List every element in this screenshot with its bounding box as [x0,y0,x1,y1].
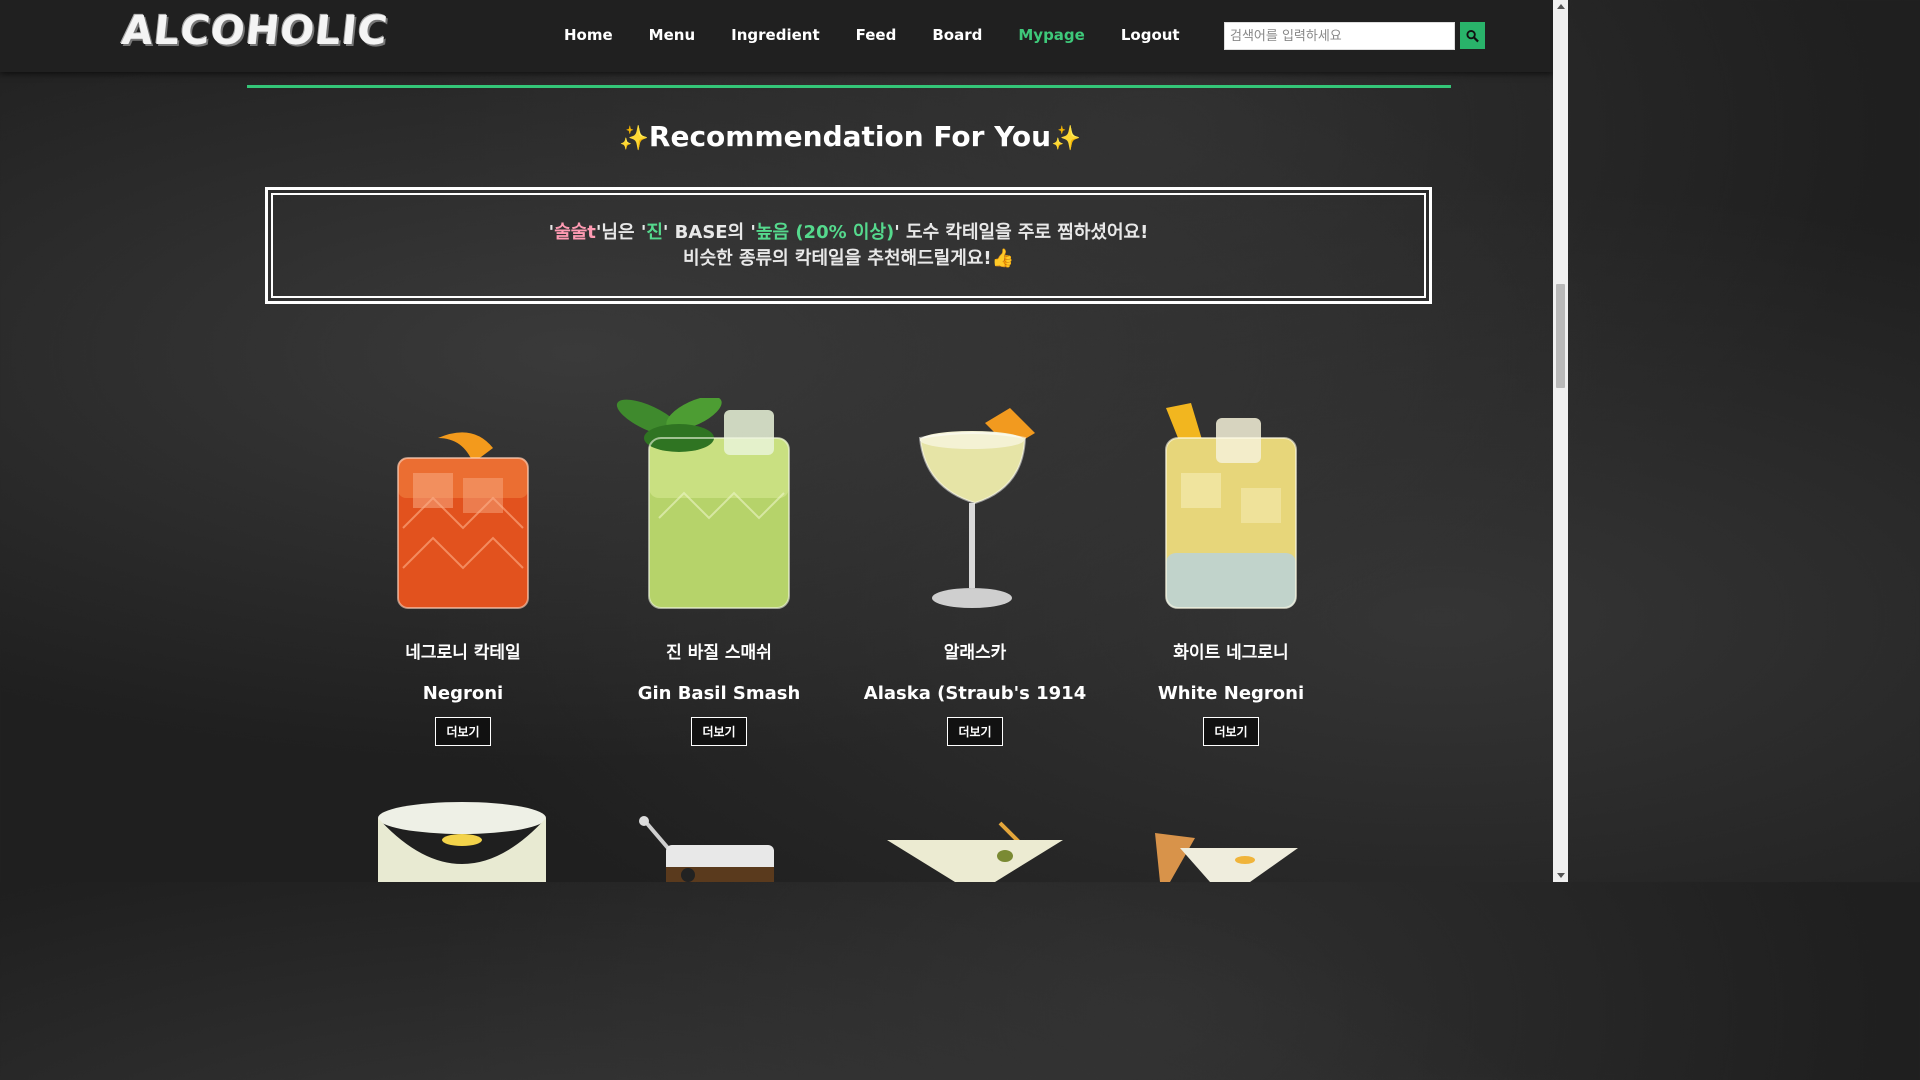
cocktail-card[interactable]: 화이트 네그로니 White Negroni 더보기 [1111,398,1351,746]
thumbs-up-icon: 👍 [991,247,1014,269]
more-button[interactable]: 더보기 [435,717,491,746]
cocktail-name-kr: 알래스카 [943,643,1007,663]
cocktail-image[interactable] [376,800,548,882]
cocktail-name-en: Gin Basil Smash [637,683,801,704]
nav-menu[interactable]: Menu [631,22,713,48]
top-navbar: ALCOHOLIC Home Menu Ingredient Feed Boar… [0,0,1553,72]
site-logo[interactable]: ALCOHOLIC [120,8,391,54]
cocktail-image[interactable] [1111,398,1351,613]
more-button[interactable]: 더보기 [691,717,747,746]
cocktail-card[interactable]: 알래스카 Alaska (Straub's 1914 더보기 [855,398,1095,746]
gin-basil-glass-icon [616,398,790,609]
recommendation-line-1: '술술t'님은 '진' BASE의 '높음 (20% 이상)' 도수 칵테일을 … [548,221,1149,243]
cocktail-image[interactable] [636,815,776,882]
alcohol-strength: 높음 (20% 이상) [755,221,895,243]
cocktail-image[interactable] [855,398,1095,613]
sparkle-icon: ✨ [619,124,649,152]
recommendation-title-text: Recommendation For You [648,120,1052,153]
nav-logout[interactable]: Logout [1103,22,1198,48]
search-bar [1224,22,1485,50]
alaska-coupe-glass-icon [918,408,1035,608]
scroll-down-icon[interactable] [1557,873,1565,878]
cocktail-name-en: Negroni [422,683,504,704]
page: ✨Recommendation For You✨ '술술t'님은 '진' BAS… [0,0,1553,882]
nav-feed[interactable]: Feed [838,22,915,48]
vertical-scrollbar[interactable] [1553,0,1568,882]
nav-mypage[interactable]: Mypage [1000,22,1102,48]
cocktail-card[interactable]: 네그로니 칵테일 Negroni 더보기 [343,398,583,746]
cocktail-image[interactable] [1150,828,1300,882]
white-negroni-glass-icon [1165,403,1297,609]
recommendation-message-box: '술술t'님은 '진' BASE의 '높음 (20% 이상)' 도수 칵테일을 … [265,187,1432,304]
cocktail-name-kr: 네그로니 칵테일 [405,643,521,663]
cocktail-image[interactable] [343,398,583,613]
nav-ingredient[interactable]: Ingredient [713,22,837,48]
cocktail-name-kr: 화이트 네그로니 [1173,643,1289,663]
cocktail-name-en: Alaska (Straub's 1914 [863,683,1087,704]
negroni-glass-icon [397,432,529,609]
cocktail-name-en: White Negroni [1157,683,1305,704]
base-spirit: 진 [646,221,663,243]
sparkle-icon: ✨ [1051,124,1081,152]
username: 술술t [554,221,596,243]
nav-board[interactable]: Board [914,22,1000,48]
scroll-thumb[interactable] [1556,284,1565,388]
more-button[interactable]: 더보기 [947,717,1003,746]
more-button[interactable]: 더보기 [1203,717,1259,746]
recommendation-line-2: 비슷한 종류의 칵테일을 추천해드릴게요!👍 [683,247,1014,269]
scroll-up-icon[interactable] [1557,4,1565,9]
cocktail-image[interactable] [599,398,839,613]
search-icon [1466,29,1479,42]
nav-home[interactable]: Home [546,22,631,48]
section-divider [247,85,1451,88]
cocktail-image[interactable] [885,818,1065,882]
search-input[interactable] [1224,22,1455,50]
cocktail-card[interactable]: 진 바질 스매쉬 Gin Basil Smash 더보기 [599,398,839,746]
recommendation-title: ✨Recommendation For You✨ [0,120,1700,153]
search-button[interactable] [1460,22,1485,49]
main-nav: Home Menu Ingredient Feed Board Mypage L… [546,22,1198,48]
cocktail-name-kr: 진 바질 스매쉬 [666,643,772,663]
